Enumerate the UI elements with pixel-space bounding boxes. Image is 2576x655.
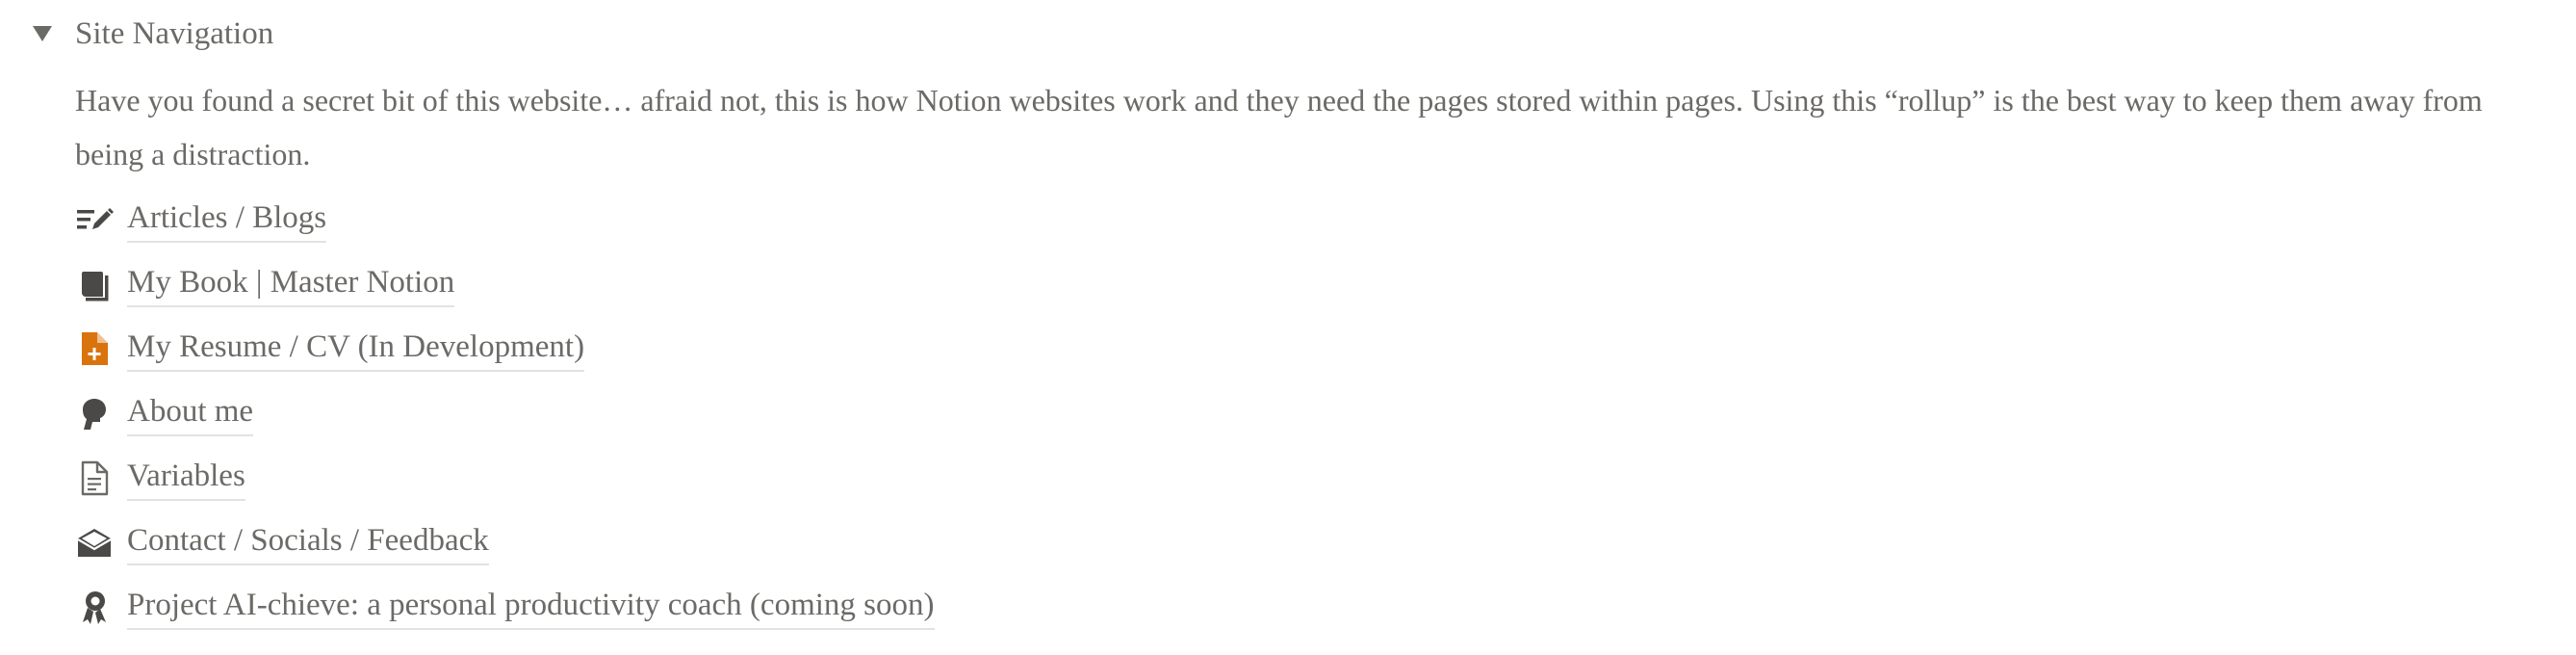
- book-icon: [75, 265, 114, 303]
- page-link-my-book[interactable]: My Book | Master Notion: [75, 251, 2551, 316]
- description-text: Have you found a secret bit of this webs…: [75, 83, 2483, 171]
- award-ribbon-icon: [75, 588, 114, 626]
- page-link-label[interactable]: My Resume / CV (In Development): [127, 326, 585, 372]
- page-link-project-ai-chieve[interactable]: Project AI-chieve: a personal productivi…: [75, 574, 2551, 639]
- page-link-contact[interactable]: Contact / Socials / Feedback: [75, 510, 2551, 574]
- page-link-label[interactable]: Articles / Blogs: [127, 196, 327, 243]
- edit-list-icon: [75, 200, 114, 239]
- page-link-resume[interactable]: My Resume / CV (In Development): [75, 316, 2551, 380]
- page-link-about-me[interactable]: About me: [75, 380, 2551, 445]
- page-link-variables[interactable]: Variables: [75, 445, 2551, 510]
- toggle-header[interactable]: Site Navigation: [29, 10, 2551, 58]
- document-add-icon: [75, 329, 114, 368]
- mail-open-icon: [75, 523, 114, 562]
- page-link-label[interactable]: About me: [127, 390, 254, 436]
- person-icon: [75, 394, 114, 432]
- page-list: Articles / Blogs My Book | Master Notion: [75, 187, 2551, 639]
- page-link-label[interactable]: Contact / Socials / Feedback: [127, 519, 489, 565]
- toggle-content: Have you found a secret bit of this webs…: [29, 73, 2551, 639]
- toggle-title: Site Navigation: [75, 16, 274, 51]
- page-icon: [75, 458, 114, 497]
- page-link-label[interactable]: Project AI-chieve: a personal productivi…: [127, 584, 935, 630]
- page-link-articles-blogs[interactable]: Articles / Blogs: [75, 187, 2551, 251]
- triangle-down-icon[interactable]: [29, 20, 56, 47]
- page-link-label[interactable]: Variables: [127, 455, 245, 501]
- site-navigation-toggle: Site Navigation Have you found a secret …: [29, 10, 2551, 639]
- page-link-label[interactable]: My Book | Master Notion: [127, 261, 455, 307]
